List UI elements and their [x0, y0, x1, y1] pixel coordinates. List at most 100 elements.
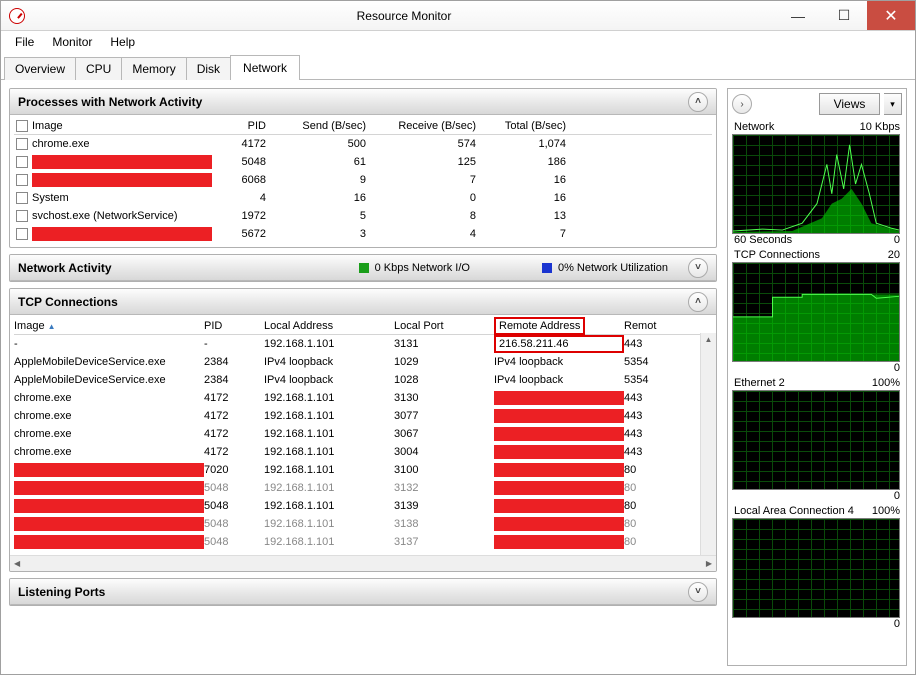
table-row[interactable]: AppleMobileDeviceService.exe2384IPv4 loo…	[14, 353, 712, 371]
expand-button[interactable]: ˅	[688, 582, 708, 602]
menu-help[interactable]: Help	[102, 33, 143, 51]
maximize-button[interactable]: ☐	[821, 1, 867, 30]
close-button[interactable]: ✕	[867, 1, 915, 30]
column-header[interactable]: Remote Address	[494, 319, 624, 333]
total: 186	[482, 156, 572, 168]
column-header[interactable]: PID	[204, 320, 264, 332]
column-header[interactable]: Receive (B/sec)	[372, 120, 482, 132]
table-row[interactable]: 5048192.168.1.101313780	[14, 533, 712, 551]
column-header[interactable]: Send (B/sec)	[272, 120, 372, 132]
chart-block: Local Area Connection 4100%0	[732, 504, 902, 632]
tab-overview[interactable]: Overview	[4, 57, 76, 80]
column-header[interactable]: Image	[32, 120, 212, 132]
redacted-text	[494, 463, 624, 477]
processes-panel: Processes with Network Activity ˄ ImageP…	[9, 88, 717, 248]
table-row[interactable]: --192.168.1.1013131216.58.211.46443	[14, 335, 712, 353]
row-checkbox[interactable]	[16, 192, 28, 204]
vertical-scrollbar[interactable]	[700, 333, 716, 555]
collapse-button[interactable]: ˄	[688, 92, 708, 112]
table-row[interactable]: svchost.exe (NetworkService)19725813	[14, 207, 712, 225]
views-button[interactable]: Views	[819, 93, 880, 115]
table-row[interactable]: chrome.exe4172192.168.1.1013067443	[14, 425, 712, 443]
collapse-button[interactable]: ˄	[688, 292, 708, 312]
local-port: 3138	[394, 518, 494, 530]
minimize-button[interactable]: —	[775, 1, 821, 30]
row-checkbox[interactable]	[16, 210, 28, 222]
table-row[interactable]: System416016	[14, 189, 712, 207]
image-name: chrome.exe	[14, 410, 204, 422]
table-row[interactable]: chrome.exe4172192.168.1.1013130443	[14, 389, 712, 407]
redacted-text	[14, 535, 204, 549]
table-row[interactable]: chrome.exe4172192.168.1.1013077443	[14, 407, 712, 425]
column-header[interactable]: Local Port	[394, 320, 494, 332]
pid: 6068	[212, 174, 272, 186]
table-row[interactable]: chrome.exe4172192.168.1.1013004443	[14, 443, 712, 461]
redacted-text	[32, 173, 212, 187]
local-port: 3137	[394, 536, 494, 548]
titlebar[interactable]: Resource Monitor — ☐ ✕	[1, 1, 915, 31]
table-row[interactable]: chrome.exe41725005741,074	[14, 135, 712, 153]
chart-title: Ethernet 2	[734, 377, 785, 389]
tab-network[interactable]: Network	[230, 55, 300, 80]
redacted-text	[494, 481, 624, 495]
table-row[interactable]: 5048192.168.1.101313880	[14, 515, 712, 533]
chart-block: TCP Connections200	[732, 248, 902, 376]
column-header[interactable]: Remot	[624, 320, 676, 332]
local-address: 192.168.1.101	[264, 392, 394, 404]
image-name: AppleMobileDeviceService.exe	[14, 356, 204, 368]
table-row[interactable]: AppleMobileDeviceService.exe2384IPv4 loo…	[14, 371, 712, 389]
table-row[interactable]: 504861125186	[14, 153, 712, 171]
table-row[interactable]: 60689716	[14, 171, 712, 189]
remote-port: 80	[624, 464, 676, 476]
receive: 574	[372, 138, 482, 150]
redacted-text	[14, 463, 204, 477]
row-checkbox[interactable]	[16, 174, 28, 186]
network-activity-header[interactable]: Network Activity 0 Kbps Network I/O 0% N…	[10, 255, 716, 281]
local-address: 192.168.1.101	[264, 428, 394, 440]
legend-text-util: 0% Network Utilization	[558, 262, 668, 274]
tab-disk[interactable]: Disk	[186, 57, 231, 80]
row-checkbox[interactable]	[16, 138, 28, 150]
table-row[interactable]: 7020192.168.1.101310080	[14, 461, 712, 479]
redacted-text	[32, 155, 212, 169]
table-row[interactable]: 5048192.168.1.101313980	[14, 497, 712, 515]
column-header[interactable]: Image ▲	[14, 320, 204, 332]
views-dropdown[interactable]: ▾	[884, 93, 902, 115]
tcp-header[interactable]: TCP Connections ˄	[10, 289, 716, 315]
tab-memory[interactable]: Memory	[121, 57, 186, 80]
table-row[interactable]: 5048192.168.1.101313280	[14, 479, 712, 497]
menu-file[interactable]: File	[7, 33, 42, 51]
column-header[interactable]: PID	[212, 120, 272, 132]
send: 500	[272, 138, 372, 150]
redacted-text	[494, 445, 624, 459]
total: 16	[482, 192, 572, 204]
local-address: 192.168.1.101	[264, 518, 394, 530]
column-header[interactable]: Total (B/sec)	[482, 120, 572, 132]
horizontal-scrollbar[interactable]: ◀▶	[10, 555, 716, 571]
menubar: File Monitor Help	[1, 31, 915, 53]
tab-cpu[interactable]: CPU	[75, 57, 122, 80]
select-all-checkbox[interactable]	[16, 120, 28, 132]
table-row[interactable]: 5672347	[14, 225, 712, 243]
send: 5	[272, 210, 372, 222]
pid: 5048	[204, 536, 264, 548]
activity-legend: 0 Kbps Network I/O 0% Network Utilizatio…	[359, 262, 668, 274]
redacted-text	[494, 391, 624, 405]
remote-port: 443	[624, 392, 676, 404]
menu-monitor[interactable]: Monitor	[44, 33, 100, 51]
pid: 4172	[212, 138, 272, 150]
receive: 7	[372, 174, 482, 186]
side-expand-button[interactable]: ›	[732, 94, 752, 114]
redacted-text	[494, 499, 624, 513]
tcp-body: Image ▲PIDLocal AddressLocal PortRemote …	[10, 315, 716, 555]
row-checkbox[interactable]	[16, 156, 28, 168]
redacted-text	[14, 481, 204, 495]
listening-ports-header[interactable]: Listening Ports ˅	[10, 579, 716, 605]
column-header[interactable]: Local Address	[264, 320, 394, 332]
redacted-text	[494, 535, 624, 549]
legend-swatch-util	[542, 263, 552, 273]
expand-button[interactable]: ˅	[688, 258, 708, 278]
row-checkbox[interactable]	[16, 228, 28, 240]
processes-header[interactable]: Processes with Network Activity ˄	[10, 89, 716, 115]
chart-block: Network10 Kbps60 Seconds0	[732, 120, 902, 248]
